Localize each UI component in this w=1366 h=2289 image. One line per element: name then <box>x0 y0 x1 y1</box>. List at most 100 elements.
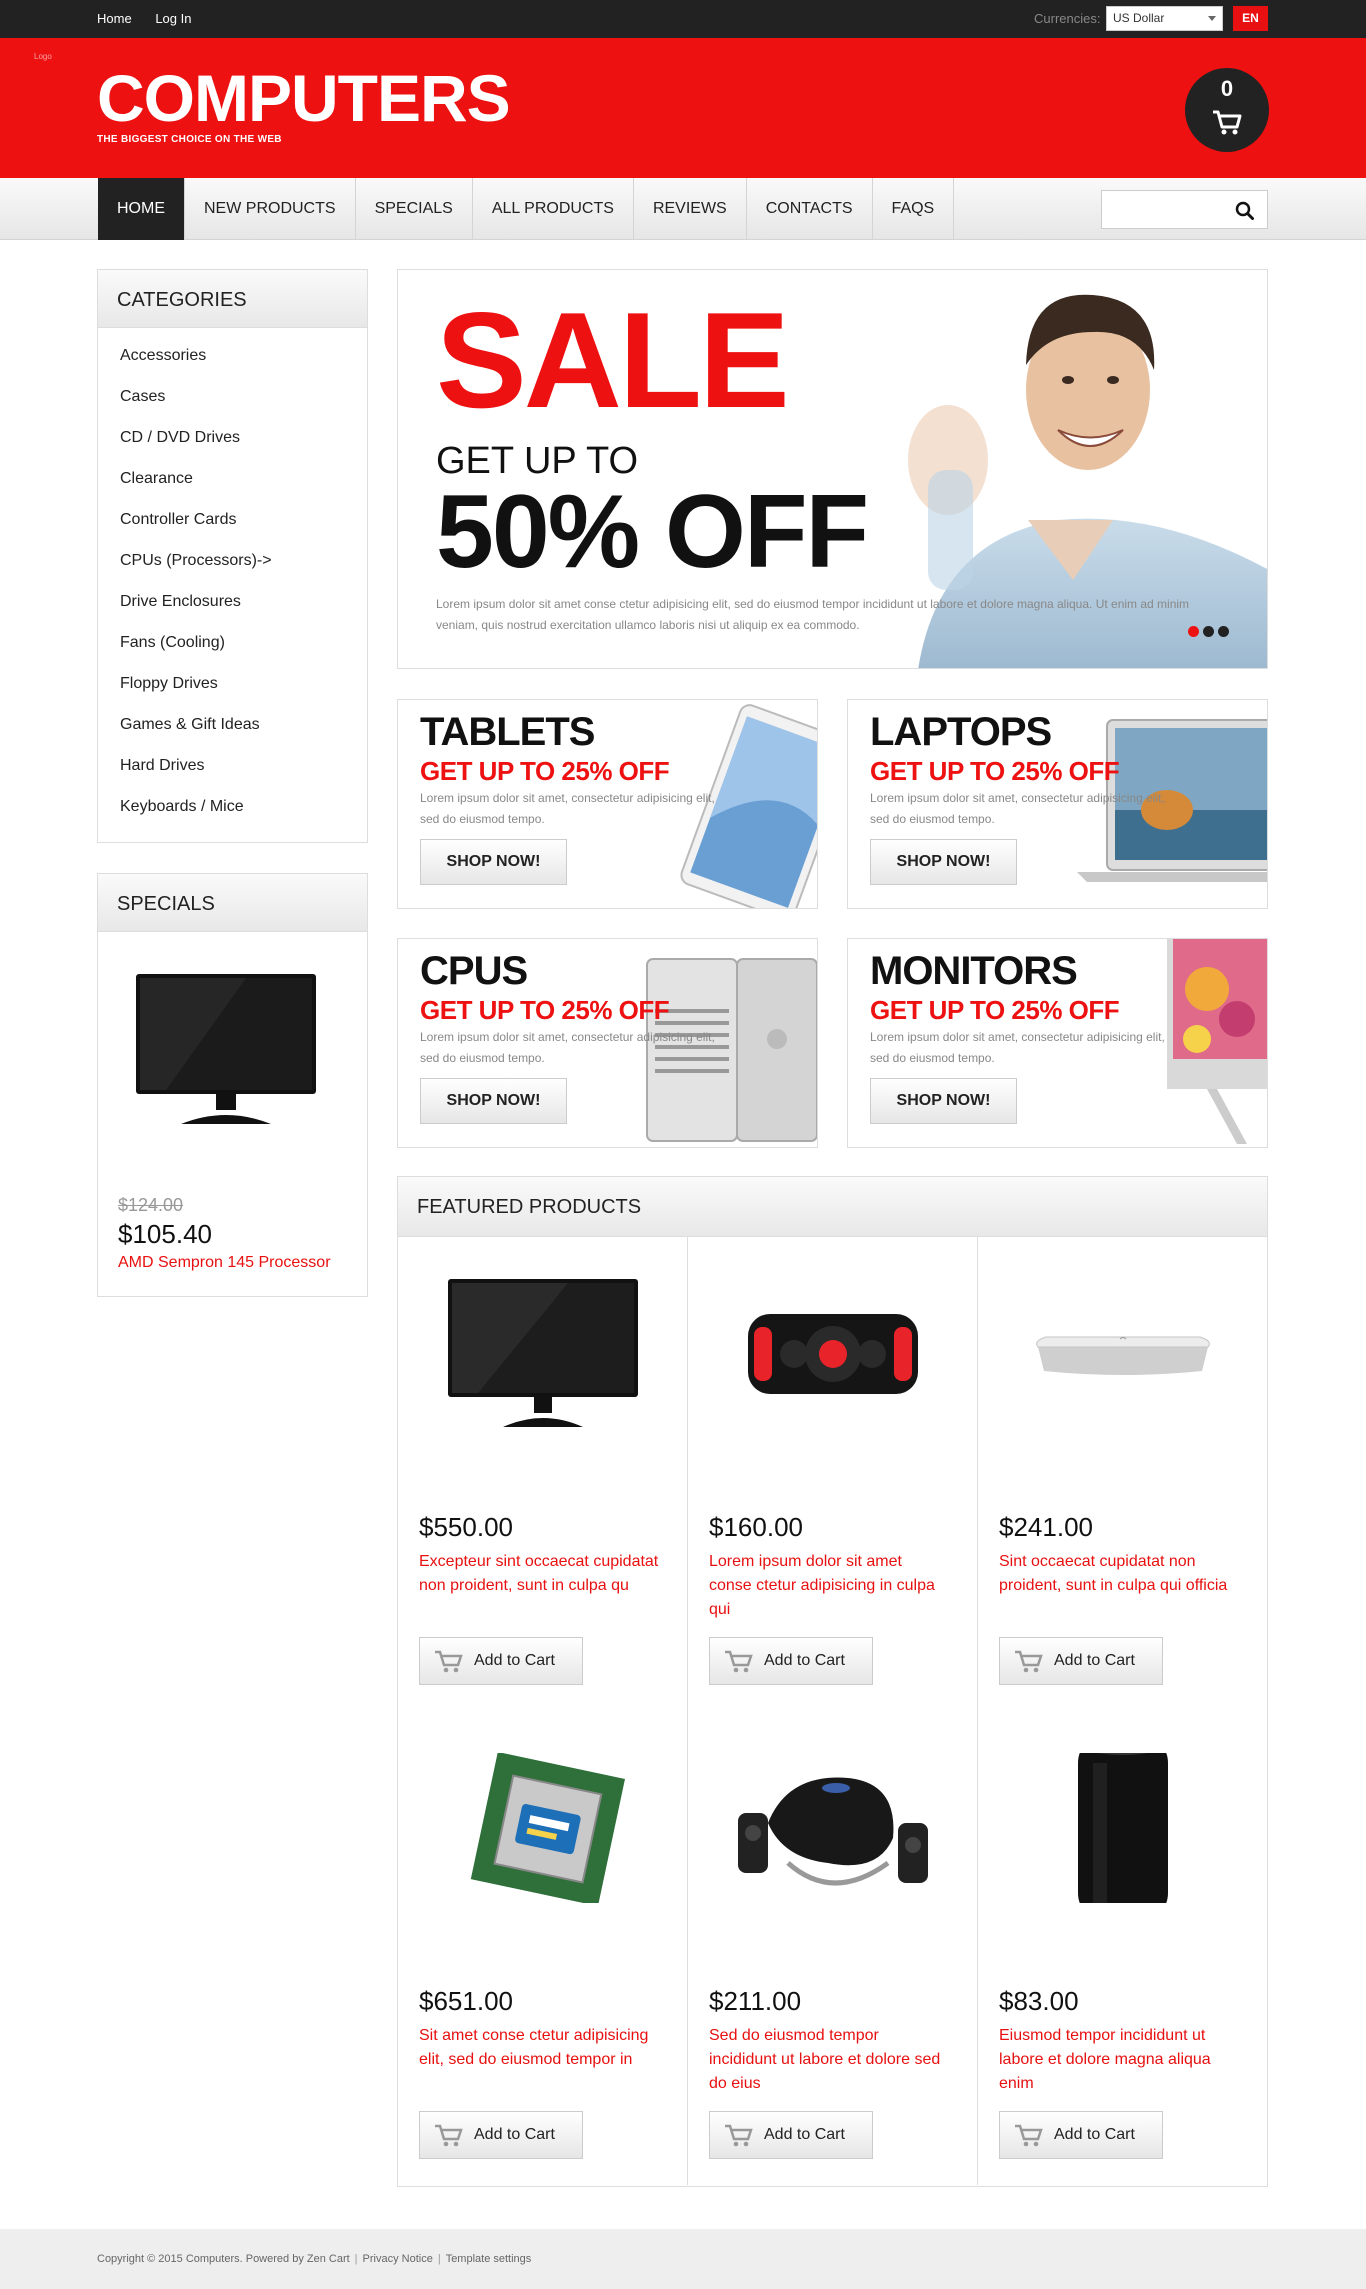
add-to-cart-button[interactable]: Add to Cart <box>419 1637 583 1685</box>
cart-icon <box>435 1650 463 1673</box>
nav-item-all-products[interactable]: ALL PRODUCTS <box>473 178 634 240</box>
slider-dot[interactable] <box>1203 626 1214 637</box>
promo-title: MONITORS <box>870 949 1078 993</box>
special-old-price: $124.00 <box>118 1195 184 1215</box>
category-item[interactable]: Drive Enclosures <box>98 584 367 625</box>
add-to-cart-button[interactable]: Add to Cart <box>999 2111 1163 2159</box>
category-item[interactable]: Fans (Cooling) <box>98 625 367 666</box>
slider-dot[interactable] <box>1188 626 1199 637</box>
banner-sale-text: SALE <box>436 284 790 436</box>
category-item[interactable]: CPUs (Processors)-> <box>98 543 367 584</box>
chevron-down-icon <box>1208 16 1216 21</box>
promo-title: TABLETS <box>420 710 595 754</box>
promo-description: Lorem ipsum dolor sit amet, consectetur … <box>420 1030 715 1065</box>
currency-value: US Dollar <box>1113 11 1165 25</box>
search-input[interactable] <box>1101 190 1268 229</box>
category-item[interactable]: CD / DVD Drives <box>98 420 367 461</box>
product-card[interactable]: $211.00 Sed do eiusmod tempor incididunt… <box>688 1711 978 2185</box>
monitor-icon[interactable] <box>438 1279 648 1429</box>
footer: Copyright © 2015 Computers. Powered by Z… <box>0 2229 1366 2289</box>
shop-now-button[interactable]: SHOP NOW! <box>870 839 1017 885</box>
add-to-cart-label: Add to Cart <box>1054 1652 1135 1669</box>
add-to-cart-label: Add to Cart <box>474 2126 555 2143</box>
slider-dot[interactable] <box>1218 626 1229 637</box>
home-link[interactable]: Home <box>97 11 132 26</box>
template-settings-link[interactable]: Template settings <box>446 2253 532 2265</box>
banner-description: Lorem ipsum dolor sit amet conse ctetur … <box>436 597 1190 632</box>
privacy-notice-link[interactable]: Privacy Notice <box>363 2253 433 2265</box>
cart-icon <box>725 1650 753 1673</box>
product-name-link[interactable]: Eiusmod tempor incididunt ut labore et d… <box>999 2024 1239 2096</box>
nav-item-specials[interactable]: SPECIALS <box>356 178 473 240</box>
category-item[interactable]: Games & Gift Ideas <box>98 707 367 748</box>
promo-description: Lorem ipsum dolor sit amet, consectetur … <box>870 1030 1165 1065</box>
top-bar: Home Log In Currencies: US Dollar EN <box>0 0 1366 38</box>
promo-cpus[interactable]: CPUS GET UP TO 25% OFF Lorem ipsum dolor… <box>397 938 818 1148</box>
promo-description: Lorem ipsum dolor sit amet, consectetur … <box>870 791 1165 826</box>
cart-button[interactable]: 0 <box>1185 68 1269 152</box>
category-item[interactable]: Hard Drives <box>98 748 367 789</box>
cpu-chip-icon[interactable] <box>438 1753 648 1903</box>
category-item[interactable]: Accessories <box>98 338 367 379</box>
product-name-link[interactable]: Sint occaecat cupidatat non proident, su… <box>999 1550 1239 1598</box>
category-item[interactable]: Keyboards / Mice <box>98 789 367 830</box>
product-price: $550.00 <box>419 1512 513 1542</box>
cart-icon <box>1015 1650 1043 1673</box>
product-price: $241.00 <box>999 1512 1093 1542</box>
product-card[interactable]: $83.00 Eiusmod tempor incididunt ut labo… <box>978 1711 1268 2185</box>
product-card[interactable]: $241.00 Sint occaecat cupidatat non proi… <box>978 1237 1268 1711</box>
shop-now-button[interactable]: SHOP NOW! <box>870 1078 1017 1124</box>
product-name-link[interactable]: Lorem ipsum dolor sit amet conse ctetur … <box>709 1550 949 1622</box>
login-link[interactable]: Log In <box>155 11 191 26</box>
product-name-link[interactable]: Sit amet conse ctetur adipisicing elit, … <box>419 2024 659 2072</box>
product-name-link[interactable]: Sed do eiusmod tempor incididunt ut labo… <box>709 2024 949 2096</box>
cylinder-pc-icon[interactable] <box>1018 1753 1228 1903</box>
add-to-cart-button[interactable]: Add to Cart <box>999 1637 1163 1685</box>
nav-item-home[interactable]: HOME <box>98 178 185 240</box>
speaker-set-icon[interactable] <box>728 1753 938 1903</box>
special-product-link[interactable]: AMD Sempron 145 Processor <box>118 1254 331 1272</box>
nav-item-contacts[interactable]: CONTACTS <box>747 178 873 240</box>
monitor-icon[interactable] <box>126 974 326 1134</box>
language-button[interactable]: EN <box>1233 6 1268 31</box>
search-icon[interactable] <box>1235 201 1254 220</box>
category-item[interactable]: Controller Cards <box>98 502 367 543</box>
promo-description: Lorem ipsum dolor sit amet, consectetur … <box>420 791 715 826</box>
add-to-cart-button[interactable]: Add to Cart <box>419 2111 583 2159</box>
cart-icon <box>1213 110 1242 135</box>
nav-item-reviews[interactable]: REVIEWS <box>634 178 747 240</box>
nav-item-new-products[interactable]: NEW PRODUCTS <box>185 178 356 240</box>
promo-laptops[interactable]: LAPTOPS GET UP TO 25% OFF Lorem ipsum do… <box>847 699 1268 909</box>
logo[interactable]: COMPUTERS THE BIGGEST CHOICE ON THE WEB <box>97 61 511 145</box>
cart-icon <box>725 2124 753 2147</box>
speaker-icon[interactable] <box>728 1279 938 1429</box>
category-item[interactable]: Clearance <box>98 461 367 502</box>
cart-count: 0 <box>1220 76 1234 101</box>
product-card[interactable]: $651.00 Sit amet conse ctetur adipisicin… <box>398 1711 688 2185</box>
add-to-cart-button[interactable]: Add to Cart <box>709 2111 873 2159</box>
mini-pc-icon[interactable] <box>1018 1279 1228 1429</box>
product-name-link[interactable]: Excepteur sint occaecat cupidatat non pr… <box>419 1550 659 1598</box>
product-price: $651.00 <box>419 1986 513 2016</box>
shop-now-button[interactable]: SHOP NOW! <box>420 839 567 885</box>
promo-monitors[interactable]: MONITORS GET UP TO 25% OFF Lorem ipsum d… <box>847 938 1268 1148</box>
category-item[interactable]: Floppy Drives <box>98 666 367 707</box>
specials-box: SPECIALS $124.00 $105.40 AMD Sempron 145… <box>97 873 368 1297</box>
cart-icon <box>1015 2124 1043 2147</box>
product-card[interactable]: $160.00 Lorem ipsum dolor sit amet conse… <box>688 1237 978 1711</box>
promo-tablets[interactable]: TABLETS GET UP TO 25% OFF Lorem ipsum do… <box>397 699 818 909</box>
product-card[interactable]: $550.00 Excepteur sint occaecat cupidata… <box>398 1237 688 1711</box>
nav-item-faqs[interactable]: FAQS <box>873 178 955 240</box>
currency-label: Currencies: <box>1034 11 1101 26</box>
category-item[interactable]: Cases <box>98 379 367 420</box>
special-price: $105.40 <box>118 1219 212 1249</box>
logo-title: COMPUTERS <box>97 61 511 135</box>
currency-select[interactable]: US Dollar <box>1106 6 1223 31</box>
logo-subtitle: THE BIGGEST CHOICE ON THE WEB <box>97 134 282 145</box>
shop-now-button[interactable]: SHOP NOW! <box>420 1078 567 1124</box>
hero-banner[interactable]: SALE GET UP TO 50% OFF Lorem ipsum dolor… <box>397 269 1268 669</box>
promo-subtitle: GET UP TO 25% OFF <box>420 995 670 1025</box>
categories-title: CATEGORIES <box>98 270 367 328</box>
add-to-cart-button[interactable]: Add to Cart <box>709 1637 873 1685</box>
promo-subtitle: GET UP TO 25% OFF <box>870 995 1120 1025</box>
